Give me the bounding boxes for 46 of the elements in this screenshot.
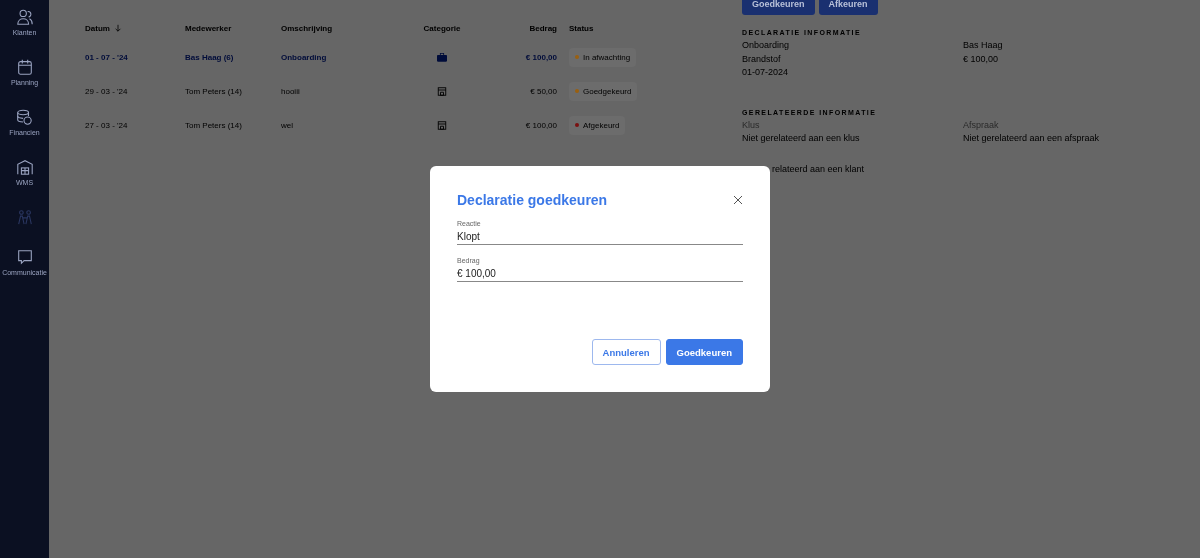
detail-value: Onboarding — [742, 39, 791, 52]
column-header: Omschrijving — [281, 23, 334, 33]
column-header: Status — [568, 23, 595, 33]
column-header: Categorie — [422, 23, 462, 33]
detail-value: 01-07-2024 — [742, 66, 790, 79]
table-cell-text: 29 - 03 - '24 — [85, 86, 129, 96]
column-header: Datum — [85, 23, 185, 33]
table-cell-text: Tom Peters (14) — [185, 120, 243, 130]
text-input[interactable]: € 100,00 — [457, 264, 743, 279]
table-cell-text: Onboarding — [281, 52, 328, 62]
status-badge: Goedgekeurd — [569, 81, 638, 101]
detail-value: Brandstof — [742, 52, 782, 65]
status-badge: In afwachting — [569, 47, 637, 67]
detail-value: Niet gerelateerd aan een klus — [742, 132, 861, 145]
people-icon[interactable] — [15, 8, 34, 26]
coins-icon[interactable] — [15, 108, 34, 126]
calendar-icon[interactable] — [15, 58, 34, 76]
dialog-title: Declaratie goedkeuren — [457, 192, 608, 208]
sort-down-icon[interactable] — [113, 24, 122, 32]
store-icon — [437, 86, 447, 96]
briefcase-icon — [437, 52, 447, 62]
table-cell-text: 01 - 07 - '24 — [85, 52, 129, 62]
status-badge: Afgekeurd — [569, 115, 626, 135]
table-cell-text: hooiii — [281, 86, 301, 96]
table-cell-text: € 100,00 — [524, 120, 557, 130]
table-cell-text: Tom Peters (14) — [185, 86, 243, 96]
detail-value: relateerd aan een klant — [771, 162, 866, 175]
cancel-button[interactable]: Annuleren — [591, 339, 661, 365]
column-header: Medewerker — [185, 23, 233, 33]
detail-value: € 100,00 — [963, 52, 1000, 65]
table-cell-text: € 100,00 — [524, 52, 557, 62]
close-icon[interactable] — [733, 195, 743, 205]
detail-value: Bas Haag — [963, 39, 1004, 52]
action-button[interactable]: Afkeuren — [818, 0, 878, 15]
action-button[interactable]: Goedkeuren — [742, 0, 815, 15]
table-cell-text: € 50,00 — [529, 86, 557, 96]
table-cell-text: 27 - 03 - '24 — [85, 120, 129, 130]
detail-value: Niet gerelateerd aan een afspraak — [963, 132, 1101, 145]
table-cell-text: Bas Haag (6) — [185, 52, 235, 62]
approve-button[interactable]: Goedkeuren — [665, 339, 743, 365]
store-icon — [437, 120, 447, 130]
column-header: Bedrag — [528, 23, 557, 33]
table-cell-text: wel — [281, 120, 294, 130]
chat-bubble-icon[interactable] — [15, 248, 34, 266]
text-input[interactable]: Klopt — [457, 227, 743, 242]
warehouse-icon[interactable] — [15, 158, 34, 176]
